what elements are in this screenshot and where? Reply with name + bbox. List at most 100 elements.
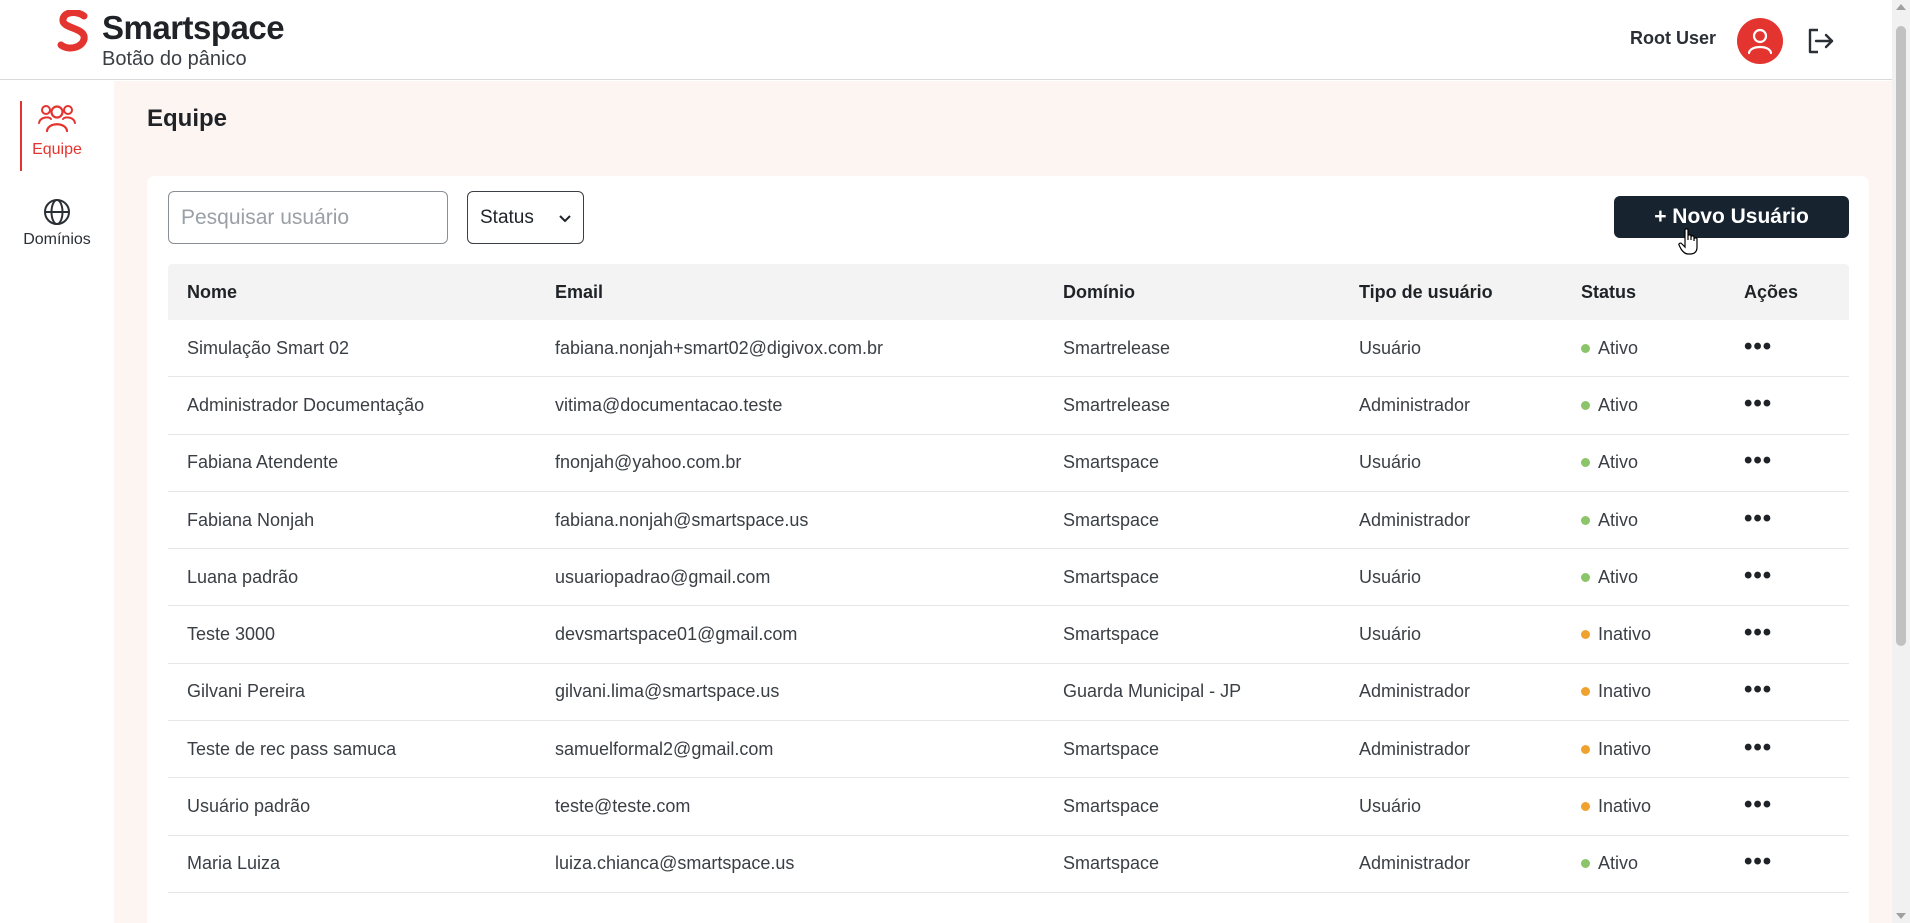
user-status-cell: Ativo: [1581, 338, 1744, 359]
sidebar-item-label: Domínios: [23, 231, 91, 248]
search-input[interactable]: [168, 191, 448, 244]
user-name-cell: Luana padrão: [187, 566, 299, 587]
user-actions-cell: •••: [1744, 624, 1849, 645]
status-dot-icon: [1581, 400, 1590, 410]
status-filter-select[interactable]: Status: [467, 191, 584, 244]
user-type-cell: Administrador: [1359, 509, 1471, 530]
status-dot-icon: [1581, 744, 1590, 754]
more-options-icon[interactable]: •••: [1744, 567, 1772, 588]
user-icon: [1747, 28, 1773, 55]
more-options-icon[interactable]: •••: [1744, 681, 1772, 702]
more-options-icon[interactable]: •••: [1744, 739, 1772, 760]
logout-icon[interactable]: [1805, 26, 1835, 56]
brand-logo[interactable]: Smartspace Botão do pânico: [56, 9, 285, 71]
user-email-cell: teste@teste.com: [555, 796, 691, 817]
user-domain-cell: Smartrelease: [1063, 337, 1171, 358]
table-body: Simulação Smart 02 fabiana.nonjah+smart02…: [168, 320, 1849, 893]
user-domain-cell: Smartspace: [1063, 796, 1160, 817]
user-type-cell: Administrador: [1359, 853, 1471, 874]
user-domain-cell: Guarda Municipal - JP: [1063, 681, 1242, 702]
new-user-button[interactable]: + Novo Usuário: [1614, 196, 1849, 238]
user-type-cell: Usuário: [1359, 796, 1422, 817]
scroll-up-icon[interactable]: [1896, 4, 1906, 10]
user-avatar[interactable]: [1737, 18, 1783, 64]
user-actions-cell: •••: [1744, 567, 1849, 588]
user-name-cell: Gilvani Pereira: [187, 681, 306, 702]
user-name-cell: Simulação Smart 02: [187, 337, 350, 358]
scrollbar-thumb[interactable]: [1896, 26, 1906, 646]
status-text: Inativo: [1598, 624, 1652, 645]
user-name-cell: Maria Luiza: [187, 853, 281, 874]
page-scrollbar[interactable]: [1892, 0, 1910, 923]
more-options-icon[interactable]: •••: [1744, 452, 1772, 473]
status-dot-icon: [1581, 802, 1590, 812]
sidebar-item-equipe[interactable]: Equipe: [0, 101, 114, 171]
table-row[interactable]: Maria Luiza luiza.chianca@smartspace.us Sm…: [168, 836, 1849, 893]
table-row[interactable]: Fabiana Atendente fnonjah@yahoo.com.br Sma…: [168, 435, 1849, 492]
chevron-down-icon: [559, 210, 571, 226]
table-row[interactable]: Teste 3000 devsmartspace01@gmail.com Smart…: [168, 606, 1849, 664]
sidebar-item-dominios[interactable]: Domínios: [0, 197, 114, 267]
more-options-icon[interactable]: •••: [1744, 624, 1772, 645]
globe-icon: [44, 199, 70, 225]
more-options-icon[interactable]: •••: [1744, 510, 1772, 531]
team-icon: [38, 105, 76, 133]
current-user-name: Root User: [1630, 28, 1717, 48]
table-row[interactable]: Teste de rec pass samuca samuelformal2@gm…: [168, 721, 1849, 779]
user-status-cell: Ativo: [1581, 853, 1744, 874]
user-domain-cell: Smartspace: [1063, 509, 1160, 530]
user-type-cell: Usuário: [1359, 566, 1422, 587]
user-email-cell: vitima@documentacao.teste: [555, 394, 783, 415]
user-email-cell: samuelformal2@gmail.com: [555, 738, 774, 759]
table-row[interactable]: Luana padrão usuariopadrao@gmail.com Smart…: [168, 549, 1849, 607]
table-row[interactable]: Administrador Documentação vitima@documen…: [168, 377, 1849, 435]
column-header-tipo[interactable]: Tipo de usuário: [1359, 282, 1581, 303]
user-name-cell: Teste 3000: [187, 624, 276, 645]
user-type-cell: Administrador: [1359, 681, 1471, 702]
more-options-icon[interactable]: •••: [1744, 338, 1772, 359]
user-email-cell: devsmartspace01@gmail.com: [555, 624, 798, 645]
column-header-nome[interactable]: Nome: [168, 282, 555, 303]
status-dot-icon: [1581, 515, 1590, 525]
table-row[interactable]: Fabiana Nonjah fabiana.nonjah@smartspace.…: [168, 492, 1849, 550]
user-domain-cell: Smartspace: [1063, 853, 1160, 874]
hand-pointer-icon: [1678, 228, 1698, 255]
column-header-acoes: Ações: [1744, 281, 1799, 302]
scroll-down-icon[interactable]: [1896, 913, 1906, 919]
column-header-dominio[interactable]: Domínio: [1063, 282, 1359, 303]
status-text: Ativo: [1598, 394, 1639, 415]
user-type-cell: Administrador: [1359, 394, 1471, 415]
table-row[interactable]: Gilvani Pereira gilvani.lima@smartspace.u…: [168, 664, 1849, 722]
user-actions-cell: •••: [1744, 681, 1849, 702]
status-text: Ativo: [1598, 853, 1639, 874]
user-type-cell: Usuário: [1359, 624, 1422, 645]
team-card: Status + Novo Usuário Nome Email Domínio…: [147, 176, 1869, 923]
column-header-email[interactable]: Email: [555, 282, 1063, 303]
user-email-cell: fabiana.nonjah+smart02@digivox.com.br: [555, 337, 883, 358]
user-status-cell: Inativo: [1581, 739, 1744, 760]
more-options-icon[interactable]: •••: [1744, 395, 1772, 416]
status-dot-icon: [1581, 458, 1590, 468]
user-email-cell: usuariopadrao@gmail.com: [555, 566, 771, 587]
user-status-cell: Inativo: [1581, 624, 1744, 645]
column-header-status[interactable]: Status: [1581, 282, 1744, 303]
user-name-cell: Fabiana Nonjah: [187, 509, 315, 530]
brand-name: Smartspace: [102, 9, 285, 46]
status-filter-value: Status: [480, 206, 534, 228]
status-text: Inativo: [1598, 681, 1652, 702]
status-dot-icon: [1581, 343, 1590, 353]
status-dot-icon: [1581, 859, 1590, 869]
table-row[interactable]: Simulação Smart 02 fabiana.nonjah+smart02…: [168, 320, 1849, 378]
user-status-cell: Ativo: [1581, 452, 1744, 473]
more-options-icon[interactable]: •••: [1744, 796, 1772, 817]
user-actions-cell: •••: [1744, 338, 1849, 359]
user-actions-cell: •••: [1744, 796, 1849, 817]
user-actions-cell: •••: [1744, 452, 1849, 473]
more-options-icon[interactable]: •••: [1744, 853, 1772, 874]
page-title: Equipe: [147, 105, 228, 132]
smartspace-logo-icon: [57, 10, 88, 52]
user-status-cell: Ativo: [1581, 510, 1744, 531]
status-text: Inativo: [1598, 796, 1652, 817]
table-row[interactable]: Usuário padrão teste@teste.com Smartspace U…: [168, 778, 1849, 836]
app-header: Smartspace Botão do pânico Root User: [0, 0, 1892, 80]
